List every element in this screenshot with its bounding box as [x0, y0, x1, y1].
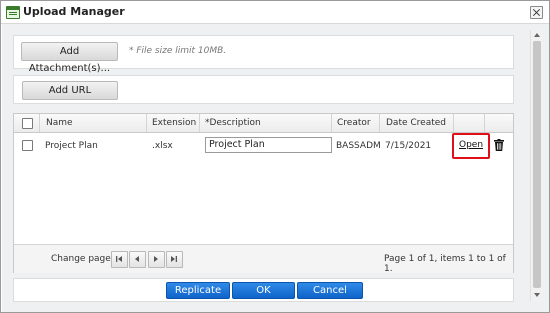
first-page-icon: [116, 256, 122, 262]
header-creator[interactable]: Creator: [332, 114, 380, 132]
upload-manager-dialog: Upload Manager Add Attachment(s)... * Fi…: [0, 0, 550, 313]
header-creator-label: Creator: [337, 118, 371, 128]
header-date-created-label: Date Created: [386, 118, 446, 128]
scroll-down-arrow-icon[interactable]: [534, 293, 540, 297]
select-all-checkbox[interactable]: [22, 118, 33, 129]
header-select-cell: [14, 114, 40, 132]
header-name-label: Name: [46, 118, 73, 128]
change-page-label: Change page:: [51, 254, 114, 264]
description-input[interactable]: Project Plan: [205, 137, 332, 153]
header-extension[interactable]: Extension: [147, 114, 200, 132]
file-size-hint: * File size limit 10MB.: [129, 46, 227, 56]
row-checkbox[interactable]: [22, 140, 33, 151]
ok-button[interactable]: OK: [232, 282, 295, 299]
scroll-thumb[interactable]: [533, 41, 541, 288]
next-page-button[interactable]: [148, 251, 165, 268]
header-extension-label: Extension: [152, 118, 197, 128]
trash-icon[interactable]: [494, 139, 504, 151]
header-description-label: *Description: [205, 118, 261, 128]
last-page-icon: [171, 256, 177, 262]
titlebar: Upload Manager: [1, 1, 549, 24]
pager-info: Page 1 of 1, items 1 to 1 of 1.: [384, 254, 506, 274]
attachments-grid: Name Extension *Description Creator Date…: [13, 113, 514, 274]
creator: BASSADM: [336, 141, 381, 151]
next-page-icon: [154, 256, 158, 262]
header-open: [454, 114, 485, 132]
footer-bar: Replicate OK Cancel: [13, 278, 514, 302]
prev-page-button[interactable]: [129, 251, 146, 268]
prev-page-icon: [135, 256, 139, 262]
window-icon: [6, 6, 20, 19]
open-highlight: Open: [452, 133, 490, 159]
header-date-created[interactable]: Date Created: [380, 114, 454, 132]
grid-header: Name Extension *Description Creator Date…: [14, 114, 513, 133]
header-description[interactable]: *Description: [200, 114, 332, 132]
header-delete: [485, 114, 512, 132]
replicate-button[interactable]: Replicate: [166, 282, 230, 299]
header-name[interactable]: Name: [40, 114, 147, 132]
url-panel: Add URL: [13, 75, 514, 104]
attachment-panel: Add Attachment(s)... * File size limit 1…: [13, 35, 514, 74]
vertical-scrollbar[interactable]: [530, 30, 543, 301]
scroll-up-arrow-icon[interactable]: [534, 33, 540, 37]
cancel-button[interactable]: Cancel: [297, 282, 363, 299]
first-page-button[interactable]: [111, 251, 128, 268]
add-attachment-button[interactable]: Add Attachment(s)...: [21, 42, 118, 74]
last-page-button[interactable]: [166, 251, 183, 268]
date-created: 7/15/2021: [385, 141, 432, 151]
window-title: Upload Manager: [23, 5, 125, 18]
table-row: Project Plan .xlsx Project Plan BASSADM …: [14, 133, 513, 159]
file-name: Project Plan: [45, 141, 98, 151]
close-icon[interactable]: [530, 6, 543, 19]
pager: Change page: Page 1 of 1, items 1 to 1 o…: [14, 244, 513, 274]
add-url-button[interactable]: Add URL: [22, 81, 118, 100]
file-extension: .xlsx: [152, 141, 173, 151]
open-link[interactable]: Open: [459, 140, 483, 150]
